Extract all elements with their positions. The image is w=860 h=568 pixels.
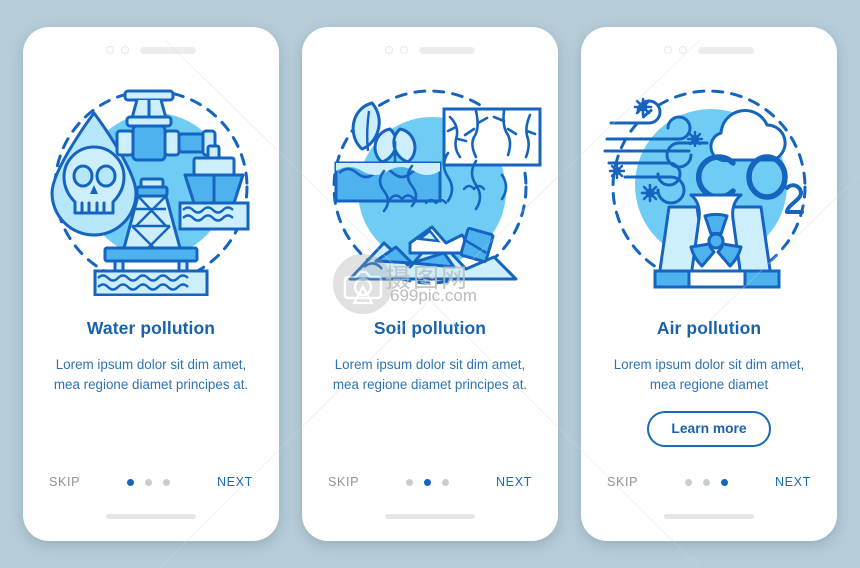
home-indicator <box>664 514 754 519</box>
speaker-grille <box>140 46 196 54</box>
screen-title: Air pollution <box>656 318 762 338</box>
screen-title: Water pollution <box>86 318 216 338</box>
illustration-soil-pollution <box>302 61 558 316</box>
camera-icon <box>664 46 672 54</box>
pagination-dot-3[interactable] <box>163 478 171 486</box>
screen-description: Lorem ipsum dolor sit dim amet, mea regi… <box>53 357 249 392</box>
camera-icon <box>106 46 114 54</box>
phone-notch <box>302 27 558 61</box>
sensor-icon <box>121 46 129 54</box>
screen-footer: SKIP NEXT <box>581 475 837 489</box>
skip-button[interactable]: SKIP <box>607 475 638 489</box>
sensor-icon <box>679 46 687 54</box>
skip-button[interactable]: SKIP <box>49 475 80 489</box>
pagination-dot-1[interactable] <box>685 478 693 486</box>
phone-row: Water pollution Lorem ipsum dolor sit di… <box>0 0 860 568</box>
sensor-icon <box>400 46 408 54</box>
home-indicator <box>106 514 196 519</box>
screen-footer: SKIP NEXT <box>23 475 279 489</box>
illustration-air-pollution <box>581 61 837 316</box>
onboarding-screens-mockup: Water pollution Lorem ipsum dolor sit di… <box>0 0 860 568</box>
phone-notch <box>23 27 279 61</box>
pagination-dot-2[interactable] <box>703 478 711 486</box>
screen-description: Lorem ipsum dolor sit dim amet, mea regi… <box>332 357 528 392</box>
learn-more-button[interactable]: Learn more <box>647 411 771 447</box>
pagination-dot-1[interactable] <box>127 478 135 486</box>
phone-card-air: Air pollution Lorem ipsum dolor sit dim … <box>581 27 837 541</box>
phone-card-water: Water pollution Lorem ipsum dolor sit di… <box>23 27 279 541</box>
camera-icon <box>385 46 393 54</box>
pagination-dot-3[interactable] <box>721 478 729 486</box>
pagination-dot-1[interactable] <box>406 478 414 486</box>
screen-description: Lorem ipsum dolor sit dim amet, mea regi… <box>613 357 805 392</box>
next-button[interactable]: NEXT <box>217 475 253 489</box>
home-indicator <box>385 514 475 519</box>
next-button[interactable]: NEXT <box>775 475 811 489</box>
phone-notch <box>581 27 837 61</box>
pagination-dots <box>406 478 450 486</box>
screen-footer: SKIP NEXT <box>302 475 558 489</box>
pagination-dot-2[interactable] <box>145 478 153 486</box>
pagination-dot-2[interactable] <box>424 478 432 486</box>
pagination-dots <box>685 478 729 486</box>
illustration-water-pollution <box>23 61 279 316</box>
next-button[interactable]: NEXT <box>496 475 532 489</box>
skip-button[interactable]: SKIP <box>328 475 359 489</box>
phone-card-soil: Soil pollution Lorem ipsum dolor sit dim… <box>302 27 558 541</box>
pagination-dot-3[interactable] <box>442 478 450 486</box>
pagination-dots <box>127 478 171 486</box>
screen-title: Soil pollution <box>373 318 487 338</box>
speaker-grille <box>419 46 475 54</box>
speaker-grille <box>698 46 754 54</box>
